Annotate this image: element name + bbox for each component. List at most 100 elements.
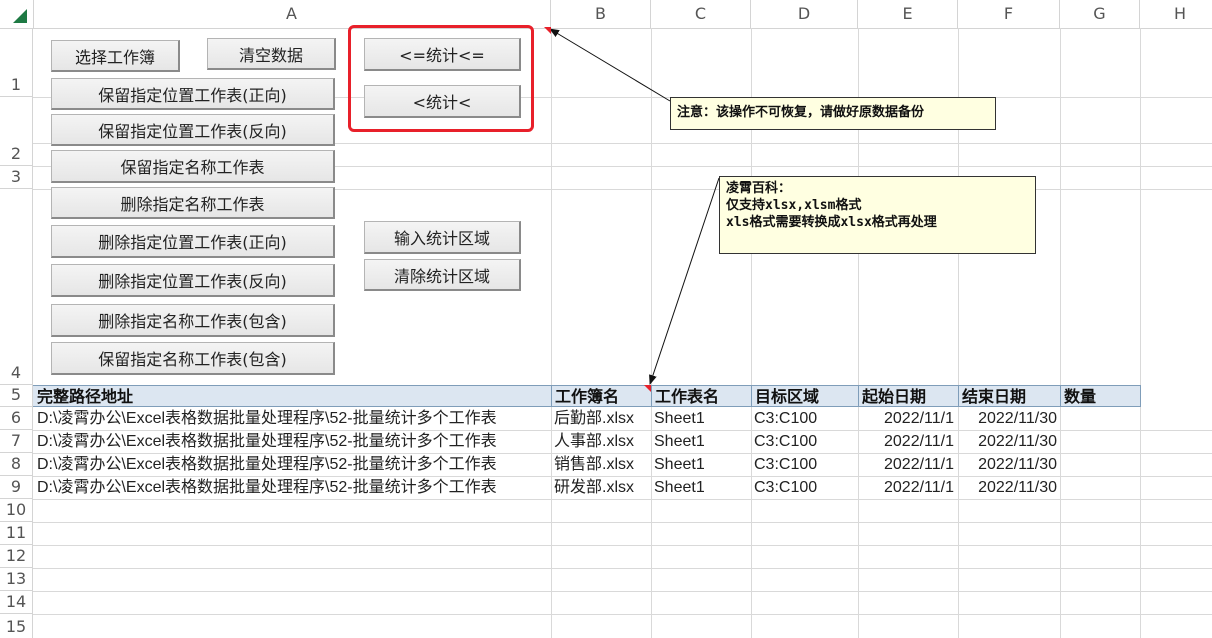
- row-header-12[interactable]: 12: [0, 545, 33, 568]
- cell-end-date[interactable]: 2022/11/30: [958, 408, 1057, 430]
- stats-exclusive-button[interactable]: <统计<: [364, 85, 521, 118]
- cell-end-date[interactable]: 2022/11/30: [958, 477, 1057, 499]
- cell-count[interactable]: [1062, 431, 1138, 453]
- column-header-a[interactable]: A: [33, 0, 551, 28]
- select-all-corner[interactable]: [0, 0, 34, 28]
- input-stats-range-button[interactable]: 输入统计区域: [364, 221, 521, 254]
- cell-range[interactable]: C3:C100: [754, 408, 854, 430]
- cell-start-date[interactable]: 2022/11/1: [858, 454, 954, 476]
- cell-start-date[interactable]: 2022/11/1: [858, 408, 954, 430]
- header-cell-count[interactable]: 数量: [1064, 386, 1138, 408]
- cell-sheet[interactable]: Sheet1: [654, 454, 748, 476]
- cell-workbook[interactable]: 研发部.xlsx: [554, 477, 650, 499]
- cell-path[interactable]: D:\凌霄办公\Excel表格数据批量处理程序\52-批量统计多个工作表: [37, 408, 551, 430]
- cell-count[interactable]: [1062, 477, 1138, 499]
- clear-data-button[interactable]: 清空数据: [207, 38, 336, 70]
- cell-sheet[interactable]: Sheet1: [654, 408, 748, 430]
- cell-path[interactable]: D:\凌霄办公\Excel表格数据批量处理程序\52-批量统计多个工作表: [37, 454, 551, 476]
- cell-start-date[interactable]: 2022/11/1: [858, 431, 954, 453]
- cell-sheet[interactable]: Sheet1: [654, 477, 748, 499]
- column-header-h[interactable]: H: [1140, 0, 1212, 28]
- row-header-9[interactable]: 9: [0, 476, 33, 499]
- cell-end-date[interactable]: 2022/11/30: [958, 431, 1057, 453]
- stats-inclusive-button[interactable]: <=统计<=: [364, 38, 521, 71]
- gridline: [1140, 28, 1141, 638]
- info-comment-line: 凌霄百科：: [726, 181, 792, 196]
- cell-start-date[interactable]: 2022/11/1: [858, 477, 954, 499]
- info-comment-line: 仅支持xlsx,xlsm格式: [726, 198, 862, 213]
- row-header-10[interactable]: 10: [0, 499, 33, 522]
- comment-indicator-icon: [544, 27, 551, 34]
- gridline: [33, 499, 1212, 500]
- cell-workbook[interactable]: 销售部.xlsx: [554, 454, 650, 476]
- delete-sheets-by-position-forward-button[interactable]: 删除指定位置工作表(正向): [51, 225, 335, 258]
- keep-sheets-by-position-reverse-button[interactable]: 保留指定位置工作表(反向): [51, 114, 335, 146]
- header-separator: [1140, 385, 1141, 407]
- gridline: [33, 568, 1212, 569]
- warning-comment-text: 注意：该操作不可恢复，请做好原数据备份: [677, 105, 925, 120]
- header-cell-range[interactable]: 目标区域: [755, 386, 855, 408]
- row-header-4[interactable]: 4: [0, 189, 33, 385]
- header-separator: [751, 385, 752, 407]
- column-header-f[interactable]: F: [958, 0, 1060, 28]
- row-header-13[interactable]: 13: [0, 568, 33, 591]
- cell-workbook[interactable]: 后勤部.xlsx: [554, 408, 650, 430]
- row-header-11[interactable]: 11: [0, 522, 33, 545]
- cell-end-date[interactable]: 2022/11/30: [958, 454, 1057, 476]
- info-comment-line: xls格式需要转换成xlsx格式再处理: [726, 215, 937, 230]
- cell-path[interactable]: D:\凌霄办公\Excel表格数据批量处理程序\52-批量统计多个工作表: [37, 431, 551, 453]
- row-header-6[interactable]: 6: [0, 407, 33, 430]
- keep-sheets-by-name-button[interactable]: 保留指定名称工作表: [51, 150, 335, 183]
- gridline: [1060, 28, 1061, 638]
- cell-range[interactable]: C3:C100: [754, 454, 854, 476]
- select-workbook-button[interactable]: 选择工作簿: [51, 40, 180, 72]
- header-separator: [651, 385, 652, 407]
- delete-sheets-by-name-contains-button[interactable]: 删除指定名称工作表(包含): [51, 304, 335, 337]
- gridline: [33, 522, 1212, 523]
- info-comment: 凌霄百科： 仅支持xlsx,xlsm格式 xls格式需要转换成xlsx格式再处理: [719, 176, 1036, 254]
- column-header-b[interactable]: B: [551, 0, 651, 28]
- gridline: [651, 28, 652, 638]
- column-header-bar: A B C D E F G H: [0, 0, 1212, 29]
- row-header-7[interactable]: 7: [0, 430, 33, 453]
- delete-sheets-by-name-button[interactable]: 删除指定名称工作表: [51, 187, 335, 219]
- header-cell-path[interactable]: 完整路径地址: [37, 386, 547, 408]
- gridline: [33, 614, 1212, 615]
- comment-indicator-icon: [644, 385, 651, 392]
- header-cell-workbook[interactable]: 工作簿名: [555, 386, 649, 408]
- header-separator: [1060, 385, 1061, 407]
- header-separator: [858, 385, 859, 407]
- column-header-d[interactable]: D: [751, 0, 858, 28]
- cell-path[interactable]: D:\凌霄办公\Excel表格数据批量处理程序\52-批量统计多个工作表: [37, 477, 551, 499]
- cell-workbook[interactable]: 人事部.xlsx: [554, 431, 650, 453]
- header-cell-sheet[interactable]: 工作表名: [655, 386, 749, 408]
- column-header-c[interactable]: C: [651, 0, 751, 28]
- select-all-triangle-icon: [13, 9, 27, 23]
- header-cell-start-date[interactable]: 起始日期: [862, 386, 956, 408]
- row-header-8[interactable]: 8: [0, 453, 33, 476]
- row-header-5[interactable]: 5: [0, 385, 33, 407]
- clear-stats-range-button[interactable]: 清除统计区域: [364, 259, 521, 291]
- row-header-3[interactable]: 3: [0, 166, 33, 189]
- gridline: [33, 591, 1212, 592]
- cell-count[interactable]: [1062, 408, 1138, 430]
- row-header-2[interactable]: 2: [0, 143, 33, 166]
- warning-comment: 注意：该操作不可恢复，请做好原数据备份: [670, 97, 996, 130]
- keep-sheets-by-name-contains-button[interactable]: 保留指定名称工作表(包含): [51, 342, 335, 375]
- gridline: [33, 545, 1212, 546]
- gridline: [551, 28, 552, 638]
- row-header-1[interactable]: 1: [0, 28, 33, 97]
- row-header-14[interactable]: 14: [0, 591, 33, 614]
- cell-range[interactable]: C3:C100: [754, 477, 854, 499]
- column-header-e[interactable]: E: [858, 0, 958, 28]
- delete-sheets-by-position-reverse-button[interactable]: 删除指定位置工作表(反向): [51, 264, 335, 297]
- header-cell-end-date[interactable]: 结束日期: [962, 386, 1058, 408]
- header-separator: [958, 385, 959, 407]
- cell-sheet[interactable]: Sheet1: [654, 431, 748, 453]
- cell-range[interactable]: C3:C100: [754, 431, 854, 453]
- header-separator: [551, 385, 552, 407]
- row-header-15[interactable]: 15: [0, 614, 33, 638]
- column-header-g[interactable]: G: [1060, 0, 1140, 28]
- cell-count[interactable]: [1062, 454, 1138, 476]
- keep-sheets-by-position-forward-button[interactable]: 保留指定位置工作表(正向): [51, 78, 335, 110]
